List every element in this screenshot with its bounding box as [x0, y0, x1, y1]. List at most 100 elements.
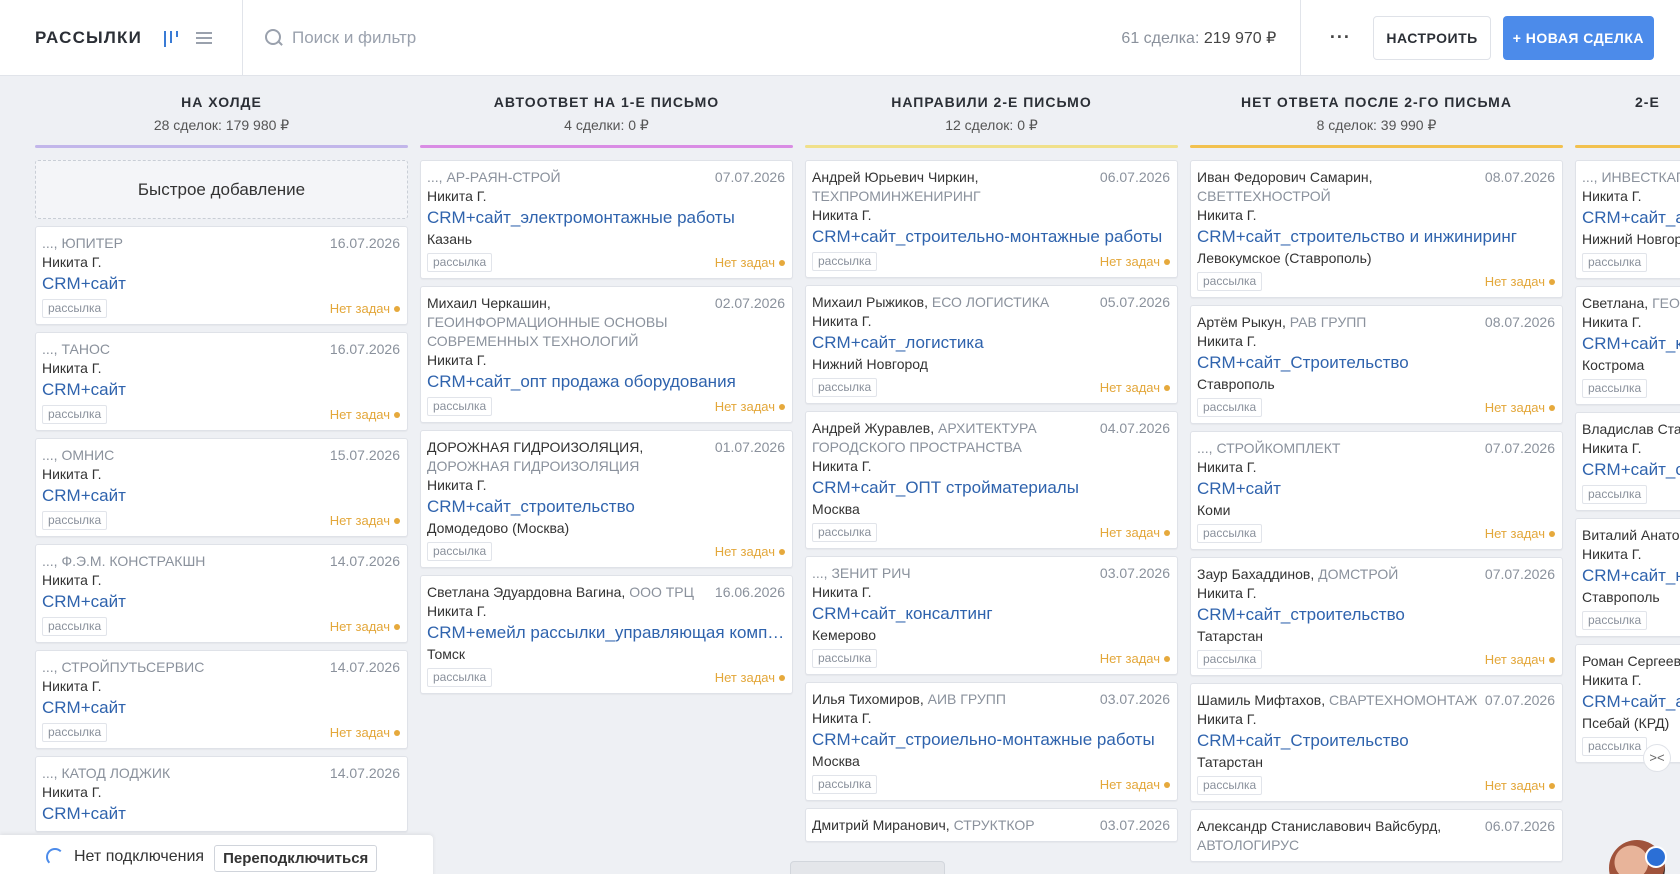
tag-badge[interactable]: рассылка	[42, 723, 108, 742]
deal-name-link[interactable]: CRM+емейл рассылки_управляющая компания	[427, 621, 785, 644]
deal-card[interactable]: Иван Федорович Самарин, СВЕТТЕХНОСТРОЙ 08…	[1190, 160, 1563, 298]
tasks-status[interactable]: Нет задач	[1485, 652, 1555, 667]
column-header[interactable]: НА ХОЛДЕ 28 сделок: 179 980 ₽	[35, 76, 408, 145]
deal-card[interactable]: Михаил Рыжиков, ЕСО ЛОГИСТИКА 05.07.2026 Н…	[805, 285, 1178, 404]
deal-card[interactable]: ..., ИНВЕСТКАПИТАЛ Никита Г. CRM+сайт_ар Ни…	[1575, 160, 1680, 279]
deal-card[interactable]: Шамиль Мифтахов, СВАРТЕХНОМОНТАЖ 07.07.20…	[1190, 683, 1563, 802]
tasks-status[interactable]: Нет задач	[1485, 400, 1555, 415]
deal-card[interactable]: Михаил Черкашин, ГЕОИНФОРМАЦИОННЫЕ ОСНОВ…	[420, 286, 793, 423]
deal-card[interactable]: Владислав Ста ОГРАНИЧЕННОЙ "ДАБЛ СТАРНик…	[1575, 412, 1680, 511]
deal-card[interactable]: ДОРОЖНАЯ ГИДРОИЗОЛЯЦИЯ, ДОРОЖНАЯ ГИДРОИЗ…	[420, 430, 793, 568]
deal-name-link[interactable]: CRM+сайт_консалтинг	[812, 602, 1170, 625]
deal-card[interactable]: Виталий Анато Никита Г. CRM+сайт_ю Ставроп…	[1575, 518, 1680, 637]
tasks-status[interactable]: Нет задач	[1100, 254, 1170, 269]
tasks-status[interactable]: Нет задач	[715, 670, 785, 685]
deal-card[interactable]: Илья Тихомиров, АИВ ГРУПП 03.07.2026 Никит…	[805, 682, 1178, 801]
deal-name-link[interactable]: CRM+сайт_строиельно-монтажные работы	[812, 728, 1170, 751]
deal-name-link[interactable]: CRM+сайт_строительство	[427, 495, 785, 518]
tasks-status[interactable]: Нет задач	[1100, 380, 1170, 395]
reconnect-button[interactable]: Переподключиться	[214, 845, 378, 872]
deal-card[interactable]: Светлана, ГЕОНикита Г.CRM+сайт_каКостром…	[1575, 286, 1680, 405]
deal-name-link[interactable]: CRM+сайт	[42, 802, 400, 825]
tag-badge[interactable]: рассылка	[1582, 253, 1648, 272]
deal-card[interactable]: ..., ЗЕНИТ РИЧ 03.07.2026 Никита Г. CRM+сай…	[805, 556, 1178, 675]
tag-badge[interactable]: рассылка	[427, 668, 493, 687]
deal-name-link[interactable]: CRM+сайт_строительство	[1197, 603, 1555, 626]
kanban-view-icon[interactable]	[162, 28, 182, 48]
deal-card[interactable]: ..., АР-РАЯН-СТРОЙ 07.07.2026 Никита Г. CRM…	[420, 160, 793, 279]
chat-badge-icon[interactable]	[1645, 846, 1667, 868]
deal-name-link[interactable]: CRM+сайт_ар	[1582, 206, 1680, 229]
tasks-status[interactable]: Нет задач	[1100, 777, 1170, 792]
deal-card[interactable]: ..., ЮПИТЕР 16.07.2026 Никита Г. CRM+сайт ра…	[35, 226, 408, 325]
deal-card[interactable]: ..., ОМНИС 15.07.2026 Никита Г. CRM+сайт рас…	[35, 438, 408, 537]
tasks-status[interactable]: Нет задач	[715, 544, 785, 559]
tag-badge[interactable]: рассылка	[1197, 398, 1263, 417]
tasks-status[interactable]: Нет задач	[330, 619, 400, 634]
settings-button[interactable]: НАСТРОИТЬ	[1373, 15, 1491, 60]
deal-card[interactable]: ..., КАТОД ЛОДЖИК 14.07.2026 Никита Г. CRM+…	[35, 756, 408, 832]
deal-name-link[interactable]: CRM+сайт	[42, 590, 400, 613]
deal-name-link[interactable]: CRM+сайт_Строительство	[1197, 351, 1555, 374]
tag-badge[interactable]: рассылка	[1582, 379, 1648, 398]
deal-card[interactable]: ..., Ф.Э.М. КОНСТРАКШН 14.07.2026 Никита Г…	[35, 544, 408, 643]
deal-name-link[interactable]: CRM+сайт	[42, 484, 400, 507]
tag-badge[interactable]: рассылка	[1197, 650, 1263, 669]
tag-badge[interactable]: рассылка	[427, 397, 493, 416]
tag-badge[interactable]: рассылка	[42, 299, 108, 318]
deal-card[interactable]: Андрей Юрьевич Чиркин, ТЕХПРОМИНЖЕНИРИНГ…	[805, 160, 1178, 278]
column-header[interactable]: АВТООТВЕТ НА 1-Е ПИСЬМО 4 сделки: 0 ₽	[420, 76, 793, 145]
tasks-status[interactable]: Нет задач	[330, 725, 400, 740]
tasks-status[interactable]: Нет задач	[1100, 525, 1170, 540]
tasks-status[interactable]: Нет задач	[330, 301, 400, 316]
deal-card[interactable]: ..., СТРОЙПУТЬСЕРВИС 14.07.2026 Никита Г. C…	[35, 650, 408, 749]
tag-badge[interactable]: рассылка	[812, 252, 878, 271]
tag-badge[interactable]: рассылка	[812, 649, 878, 668]
column-header[interactable]: НАПРАВИЛИ 2-Е ПИСЬМО 12 сделок: 0 ₽	[805, 76, 1178, 145]
deal-name-link[interactable]: CRM+сайт_ар	[1582, 690, 1680, 713]
tasks-status[interactable]: Нет задач	[715, 255, 785, 270]
deal-name-link[interactable]: CRM+сайт_логистика	[812, 331, 1170, 354]
deal-name-link[interactable]: CRM+сайт_строительство и инжиниринг	[1197, 225, 1555, 248]
new-deal-button[interactable]: + НОВАЯ СДЕЛКА	[1502, 15, 1654, 60]
tag-badge[interactable]: рассылка	[1582, 737, 1648, 756]
deal-name-link[interactable]: CRM+сайт_ю	[1582, 564, 1680, 587]
tasks-status[interactable]: Нет задач	[1485, 526, 1555, 541]
deal-card[interactable]: Светлана Эдуардовна Вагина, ООО ТРЦ 16.06…	[420, 575, 793, 694]
deal-name-link[interactable]: CRM+сайт_ОПТ стройматериалы	[812, 476, 1170, 499]
deal-card[interactable]: Дмитрий Миранович, СТРУКТКОР 03.07.2026	[805, 808, 1178, 842]
collapse-icon[interactable]: ><	[1643, 744, 1671, 772]
tag-badge[interactable]: рассылка	[42, 617, 108, 636]
column-header[interactable]: НЕТ ОТВЕТА ПОСЛЕ 2-ГО ПИСЬМА 8 сделок: 39…	[1190, 76, 1563, 145]
deal-card[interactable]: ..., СТРОЙКОМПЛЕКТ 07.07.2026 Никита Г. CRM…	[1190, 431, 1563, 550]
tag-badge[interactable]: рассылка	[427, 542, 493, 561]
tag-badge[interactable]: рассылка	[812, 775, 878, 794]
deal-name-link[interactable]: CRM+сайт_ка	[1582, 332, 1680, 355]
deal-name-link[interactable]: CRM+сайт	[42, 378, 400, 401]
deal-card[interactable]: ..., ТАНОС 16.07.2026 Никита Г. CRM+сайт рас…	[35, 332, 408, 431]
tag-badge[interactable]: рассылка	[427, 253, 493, 272]
tasks-status[interactable]: Нет задач	[715, 399, 785, 414]
deal-card[interactable]: Артём Рыкун, РАВ ГРУПП 08.07.2026 Никита Г…	[1190, 305, 1563, 424]
deal-name-link[interactable]: CRM+сайт_опт продажа оборудования	[427, 370, 785, 393]
deal-name-link[interactable]: CRM+сайт	[42, 272, 400, 295]
quick-add-button[interactable]: Быстрое добавление	[35, 160, 408, 219]
tasks-status[interactable]: Нет задач	[1485, 778, 1555, 793]
deal-name-link[interactable]: CRM+сайт_Строительство	[1197, 729, 1555, 752]
deal-name-link[interactable]: CRM+сайт	[1197, 477, 1555, 500]
list-view-icon[interactable]	[194, 28, 214, 48]
tag-badge[interactable]: рассылка	[42, 511, 108, 530]
bottom-pill[interactable]	[790, 861, 945, 874]
tasks-status[interactable]: Нет задач	[1485, 274, 1555, 289]
column-header[interactable]: 2-Е	[1575, 76, 1680, 145]
tag-badge[interactable]: рассылка	[1197, 776, 1263, 795]
tag-badge[interactable]: рассылка	[812, 378, 878, 397]
tasks-status[interactable]: Нет задач	[1100, 651, 1170, 666]
tasks-status[interactable]: Нет задач	[330, 513, 400, 528]
more-options-icon[interactable]: ···	[1325, 27, 1355, 48]
deal-card[interactable]: Андрей Журавлев, АРХИТЕКТУРА ГОРОДСКОГО …	[805, 411, 1178, 549]
deal-card[interactable]: Александр Станиславович Вайсбурд, АВТОЛО…	[1190, 809, 1563, 862]
tag-badge[interactable]: рассылка	[42, 405, 108, 424]
deal-name-link[interactable]: CRM+сайт_электромонтажные работы	[427, 206, 785, 229]
deal-card[interactable]: Заур Бахаддинов, ДОМСТРОЙ 07.07.2026 Никит…	[1190, 557, 1563, 676]
